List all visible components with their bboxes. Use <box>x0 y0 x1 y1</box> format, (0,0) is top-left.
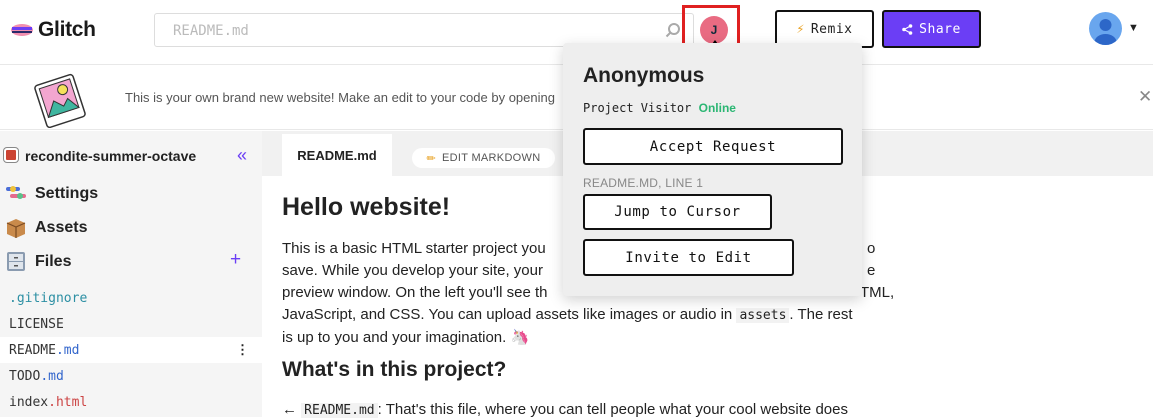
accept-request-button[interactable]: Accept Request <box>583 128 843 165</box>
lightning-icon: ⚡ <box>796 21 805 37</box>
share-icon <box>902 23 913 35</box>
file-name: TODO <box>9 369 41 384</box>
share-label: Share <box>919 21 961 37</box>
edit-markdown-button[interactable]: ✏ EDIT MARKDOWN <box>412 148 555 168</box>
settings-icon <box>6 186 26 199</box>
assets-box-icon <box>6 219 26 238</box>
chevron-down-icon[interactable]: ▼ <box>1128 22 1139 34</box>
text-line: This is a basic HTML starter project you <box>282 240 546 257</box>
project-status-icon <box>4 148 18 162</box>
inline-code: assets <box>736 308 790 323</box>
user-icon <box>1094 19 1117 45</box>
file-extension: .md <box>40 369 64 384</box>
tab-readme[interactable]: README.md <box>282 134 392 176</box>
picture-frame-illustration <box>34 73 86 128</box>
search-input[interactable]: README.md <box>154 13 694 47</box>
user-avatar[interactable] <box>1089 12 1122 45</box>
sidebar-item-label: Assets <box>35 219 88 236</box>
collapse-sidebar-icon[interactable]: « <box>237 145 247 166</box>
more-options-icon[interactable]: ⋮ <box>236 342 249 358</box>
share-button[interactable]: Share <box>882 10 981 48</box>
project-header[interactable]: recondite-summer-octave « <box>0 143 262 167</box>
text-line: TML, <box>860 284 895 301</box>
status-badge: Online <box>698 101 736 115</box>
page-heading: Hello website! <box>282 193 451 221</box>
inline-code: README.md <box>301 403 378 418</box>
text-line: e <box>867 262 876 279</box>
file-item-gitignore[interactable]: .gitignore <box>0 285 262 311</box>
edit-markdown-label: EDIT MARKDOWN <box>442 152 541 164</box>
close-icon[interactable]: ✕ <box>1138 87 1152 107</box>
text-line: . The rest <box>789 306 853 323</box>
project-name: recondite-summer-octave <box>25 148 197 164</box>
sidebar: recondite-summer-octave « Settings Asset… <box>0 131 262 417</box>
jump-to-cursor-button[interactable]: Jump to Cursor <box>583 194 772 230</box>
pencil-icon: ✏ <box>426 152 437 165</box>
glitch-logo[interactable]: Glitch <box>10 18 96 42</box>
sidebar-item-label: Settings <box>35 185 99 202</box>
app-name: Glitch <box>38 18 96 41</box>
search-placeholder: README.md <box>173 23 249 39</box>
file-item-todo[interactable]: TODO.md <box>0 363 262 389</box>
files-cabinet-icon <box>7 252 25 271</box>
role-label: Project Visitor <box>583 101 692 115</box>
file-name: .gitignore <box>9 291 88 306</box>
file-description-line: ← README.md: That's this file, where you… <box>282 401 894 418</box>
invite-to-edit-button[interactable]: Invite to Edit <box>583 239 794 276</box>
file-extension: .html <box>48 395 88 410</box>
sidebar-item-assets[interactable]: Assets <box>0 213 262 243</box>
banner-message: This is your own brand new website! Make… <box>125 90 555 105</box>
sidebar-item-settings[interactable]: Settings <box>0 179 262 209</box>
text-line: : That's this file, where you can tell p… <box>377 401 848 418</box>
text-line: JavaScript, and CSS. You can upload asse… <box>282 306 733 323</box>
file-item-license[interactable]: LICENSE <box>0 311 262 337</box>
file-item-readme[interactable]: README.md ⋮ <box>0 337 262 363</box>
file-name: README <box>9 343 56 358</box>
add-file-icon[interactable]: + <box>230 249 241 271</box>
collaborator-popover: Anonymous Project Visitor Online Accept … <box>563 43 862 296</box>
remix-label: Remix <box>810 21 853 37</box>
sidebar-item-files[interactable]: Files + <box>0 247 262 277</box>
file-extension: .md <box>55 343 80 358</box>
text-line: is up to you and your imagination. <box>282 329 507 346</box>
file-name: LICENSE <box>9 317 64 332</box>
glitch-fish-icon <box>11 24 33 36</box>
text-line: save. While you develop your site, your <box>282 262 543 279</box>
section-heading: What's in this project? <box>282 358 507 381</box>
cursor-location: README.MD, LINE 1 <box>583 176 704 190</box>
unicorn-icon: 🦄 <box>510 329 530 346</box>
file-item-index[interactable]: index.html <box>0 389 262 415</box>
collaborator-name: Anonymous <box>583 64 705 87</box>
text-line: preview window. On the left you'll see t… <box>282 284 548 301</box>
file-name: index <box>9 395 49 410</box>
collaborator-role: Project Visitor Online <box>583 101 736 115</box>
search-icon <box>665 23 680 38</box>
collaborator-initial: J <box>710 23 718 37</box>
left-arrow-icon: ← <box>282 401 297 418</box>
text-line: o <box>867 240 876 257</box>
sidebar-item-label: Files <box>35 253 72 270</box>
